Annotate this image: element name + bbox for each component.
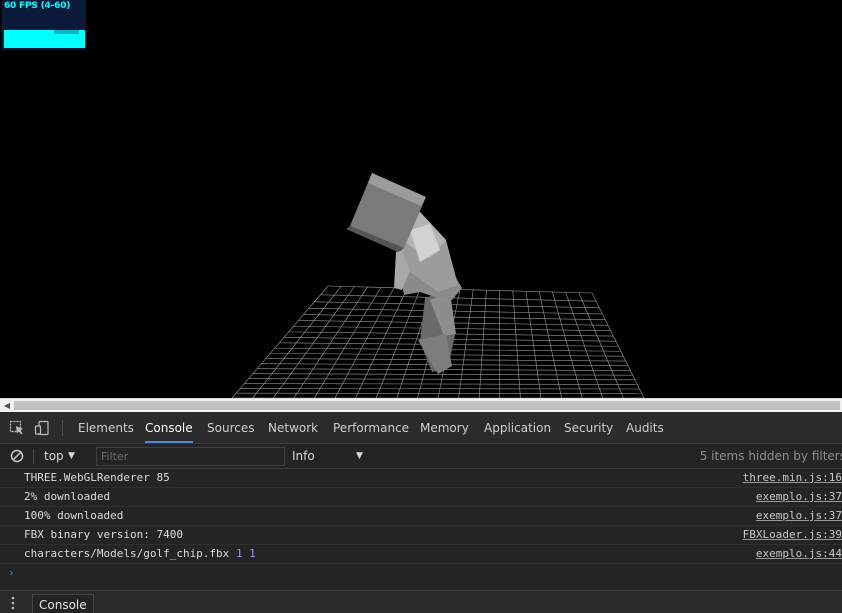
log-level-dropdown-icon[interactable]: ▼ [356, 444, 363, 469]
tab-application[interactable]: Application [484, 412, 551, 443]
console-message: characters/Models/golf_chip.fbx 1 1 exemp… [0, 545, 842, 564]
console-source-link[interactable]: three.min.js:16 [743, 469, 842, 487]
console-message-text: FBX binary version: 7400 [24, 526, 183, 544]
inspect-element-icon[interactable] [9, 420, 25, 436]
fps-graph [4, 30, 85, 48]
device-toolbar-icon[interactable] [34, 420, 50, 436]
context-select[interactable]: top [44, 444, 64, 469]
console-message-text: THREE.WebGLRenderer 85 [24, 469, 170, 487]
console-message-body: characters/Models/golf_chip.fbx [24, 547, 230, 560]
context-dropdown-icon[interactable]: ▼ [68, 444, 75, 469]
console-filter-bar: top ▼ Info ▼ 5 items hidden by filters [0, 444, 842, 469]
log-level-select[interactable]: Info [292, 444, 315, 469]
drawer-tab-console[interactable]: Console [32, 594, 94, 613]
scrollbar-thumb[interactable] [14, 401, 840, 410]
tab-performance[interactable]: Performance [333, 412, 409, 443]
horizontal-scrollbar[interactable]: ◀ [0, 398, 842, 412]
console-message-body: FBX binary version: 7400 [24, 528, 183, 541]
scroll-left-arrow-icon[interactable]: ◀ [2, 400, 12, 411]
console-message: FBX binary version: 7400 FBXLoader.js:39 [0, 526, 842, 545]
devtools-tabbar: Elements Console Sources Network Performance… [0, 412, 842, 444]
tab-network[interactable]: Network [268, 412, 318, 443]
console-message-body: 2% downloaded [24, 490, 111, 503]
console-source-link[interactable]: exemplo.js:37 [756, 488, 842, 506]
clear-console-icon[interactable] [10, 449, 24, 463]
console-source-link[interactable]: FBXLoader.js:39 [743, 526, 842, 544]
tab-memory[interactable]: Memory [420, 412, 469, 443]
filter-divider [33, 449, 34, 464]
console-log: THREE.WebGLRenderer 85 three.min.js:16 2% … [0, 469, 842, 583]
tab-security[interactable]: Security [564, 412, 613, 443]
console-message-args: 1 1 [235, 547, 256, 560]
prompt-chevron-icon: › [8, 566, 15, 579]
tab-elements[interactable]: Elements [78, 412, 134, 443]
console-source-link[interactable]: exemplo.js:44 [756, 545, 842, 563]
console-message-text: 2% downloaded [24, 488, 110, 506]
drawer-menu-icon[interactable] [11, 596, 15, 610]
fps-graph-dip [54, 30, 79, 34]
filter-input[interactable] [96, 447, 285, 466]
console-message-text: characters/Models/golf_chip.fbx 1 1 [24, 545, 256, 563]
console-message: 100% downloaded exemplo.js:37 [0, 507, 842, 526]
console-source-link[interactable]: exemplo.js:37 [756, 507, 842, 525]
console-prompt[interactable]: › [0, 564, 842, 583]
webgl-canvas[interactable]: 60 FPS (4-60) [0, 0, 842, 398]
fps-readout: 60 FPS (4-60) [4, 1, 71, 11]
scene-render [231, 173, 645, 398]
console-message: 2% downloaded exemplo.js:37 [0, 488, 842, 507]
tab-sources[interactable]: Sources [207, 412, 254, 443]
devtools-panel: Elements Console Sources Network Performance… [0, 412, 842, 613]
console-message-body: THREE.WebGLRenderer 85 [24, 471, 170, 484]
fps-stats-panel[interactable]: 60 FPS (4-60) [2, 0, 86, 50]
console-message: THREE.WebGLRenderer 85 three.min.js:16 [0, 469, 842, 488]
hidden-items-count: 5 items hidden by filters [699, 449, 842, 463]
tab-audits[interactable]: Audits [626, 412, 664, 443]
console-message-body: 100% downloaded [24, 509, 124, 522]
toolbar-divider [62, 420, 63, 436]
tab-console[interactable]: Console [145, 412, 193, 443]
devtools-drawer: Console [0, 590, 842, 613]
console-message-text: 100% downloaded [24, 507, 123, 525]
